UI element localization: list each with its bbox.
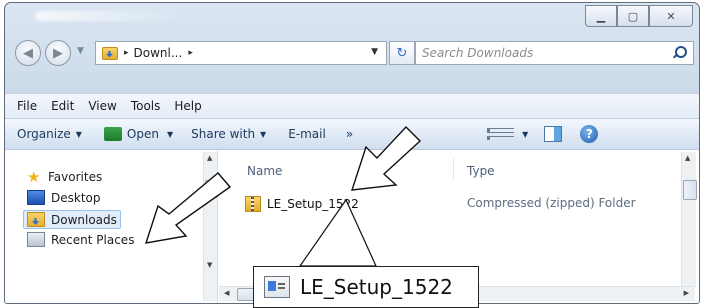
breadcrumb-downloads[interactable]: Downl... [134,46,183,60]
share-with-label: Share with [191,127,256,141]
chevron-down-icon: ▼ [75,129,82,139]
breadcrumb-separator[interactable]: ▸ [124,48,129,58]
column-header-name[interactable]: Name [247,164,282,178]
open-button[interactable]: Open [103,127,159,141]
scroll-right-icon[interactable]: ▶ [684,289,689,297]
menu-edit[interactable]: Edit [51,99,74,113]
program-icon [103,127,122,141]
file-callout: LE_Setup_1522 [253,266,479,308]
refresh-icon: ↻ [396,45,408,61]
menu-bar: File Edit View Tools Help [5,93,699,119]
organize-label: Organize [17,127,71,141]
maximize-icon: ▢ [627,9,639,23]
downloads-folder-icon [27,212,45,227]
chevron-down-icon: ▼ [522,129,529,139]
file-name[interactable]: LE_Setup_1522 [267,197,359,211]
search-input[interactable]: Search Downloads [422,46,533,60]
back-button[interactable]: ◀ [15,40,41,66]
downloads-folder-icon [102,46,118,60]
maximize-button[interactable]: ▢ [617,5,649,27]
nav-scrollbar[interactable]: ▲ ▼ [203,152,218,301]
navigation-pane: ★ Favorites Desktop Downloads Recent Pla… [5,150,218,303]
file-list-vertical-scrollbar[interactable]: ▲ [681,152,697,287]
minimize-button[interactable]: ▁ [585,5,617,27]
nav-item-label: Favorites [48,170,103,184]
forward-button[interactable]: ▶ [45,40,71,66]
menu-help[interactable]: Help [174,99,201,113]
title-bar: ▁ ▢ ✕ [5,3,699,33]
file-row[interactable]: LE_Setup_1522 [245,196,359,212]
command-bar: Organize ▼ Open ▼ Share with ▼ E-mail » ▼ … [5,119,699,150]
views-button[interactable]: ▼ [487,128,528,140]
preview-pane-icon [544,126,563,142]
file-type: Compressed (zipped) Folder [467,196,636,210]
selected-highlight: Downloads [23,210,121,229]
email-button[interactable]: E-mail [288,127,326,141]
chevron-down-icon: ▼ [260,129,267,139]
search-box[interactable]: Search Downloads [415,41,694,65]
callout-label: LE_Setup_1522 [300,275,453,299]
scroll-thumb[interactable] [205,180,218,198]
minimize-icon: ▁ [596,9,606,23]
menu-tools[interactable]: Tools [131,99,161,113]
explorer-window: ▁ ▢ ✕ ◀ ▶ ▼ ▸ Downl... ▸ ▼ ↻ Search Down… [4,2,700,304]
nav-item-label: Desktop [51,190,101,205]
search-icon[interactable] [675,46,687,58]
refresh-button[interactable]: ↻ [389,41,415,65]
address-bar[interactable]: ▸ Downl... ▸ ▼ [95,41,387,65]
scroll-up-icon[interactable]: ▲ [207,154,212,162]
scroll-thumb[interactable] [683,180,697,200]
title-bar-text [35,11,175,21]
scroll-down-icon[interactable]: ▼ [207,261,212,269]
star-icon: ★ [27,167,41,186]
forward-arrow-icon: ▶ [53,45,63,61]
window-controls: ▁ ▢ ✕ [585,5,693,27]
preview-pane-button[interactable] [544,126,563,142]
open-label: Open [126,127,159,141]
recent-pages-dropdown[interactable]: ▼ [77,46,84,56]
more-commands-label: » [345,127,354,141]
address-row: ◀ ▶ ▼ ▸ Downl... ▸ ▼ ↻ Search Downloads [5,37,699,67]
close-button[interactable]: ✕ [649,5,693,27]
back-arrow-icon: ◀ [23,45,33,61]
scroll-left-icon[interactable]: ◀ [224,289,229,297]
column-divider[interactable] [453,158,454,180]
recent-places-icon [27,232,45,247]
nav-item-label: Downloads [51,212,117,227]
close-icon: ✕ [666,9,676,23]
nav-item-label: Recent Places [51,232,135,247]
email-label: E-mail [288,127,326,141]
zip-folder-icon [245,196,261,212]
nav-item-recent-places[interactable]: Recent Places [27,232,134,247]
menu-view[interactable]: View [88,99,116,113]
help-button[interactable]: ? [580,125,599,143]
help-icon: ? [580,125,599,143]
organize-button[interactable]: Organize ▼ [17,127,82,141]
share-with-button[interactable]: Share with ▼ [191,127,266,141]
open-dropdown-icon[interactable]: ▼ [167,130,173,139]
scroll-up-icon[interactable]: ▲ [685,154,690,162]
address-dropdown-icon[interactable]: ▼ [371,47,378,57]
more-commands-button[interactable]: » [346,127,353,141]
nav-item-favorites[interactable]: ★ Favorites [27,167,103,186]
breadcrumb-separator[interactable]: ▸ [188,48,193,58]
nav-item-desktop[interactable]: Desktop [27,190,101,205]
nav-item-downloads[interactable]: Downloads [23,210,121,229]
menu-file[interactable]: File [17,99,37,113]
program-icon [264,276,290,298]
views-icon [487,128,515,140]
desktop-icon [27,190,45,205]
column-header-type[interactable]: Type [467,164,495,178]
